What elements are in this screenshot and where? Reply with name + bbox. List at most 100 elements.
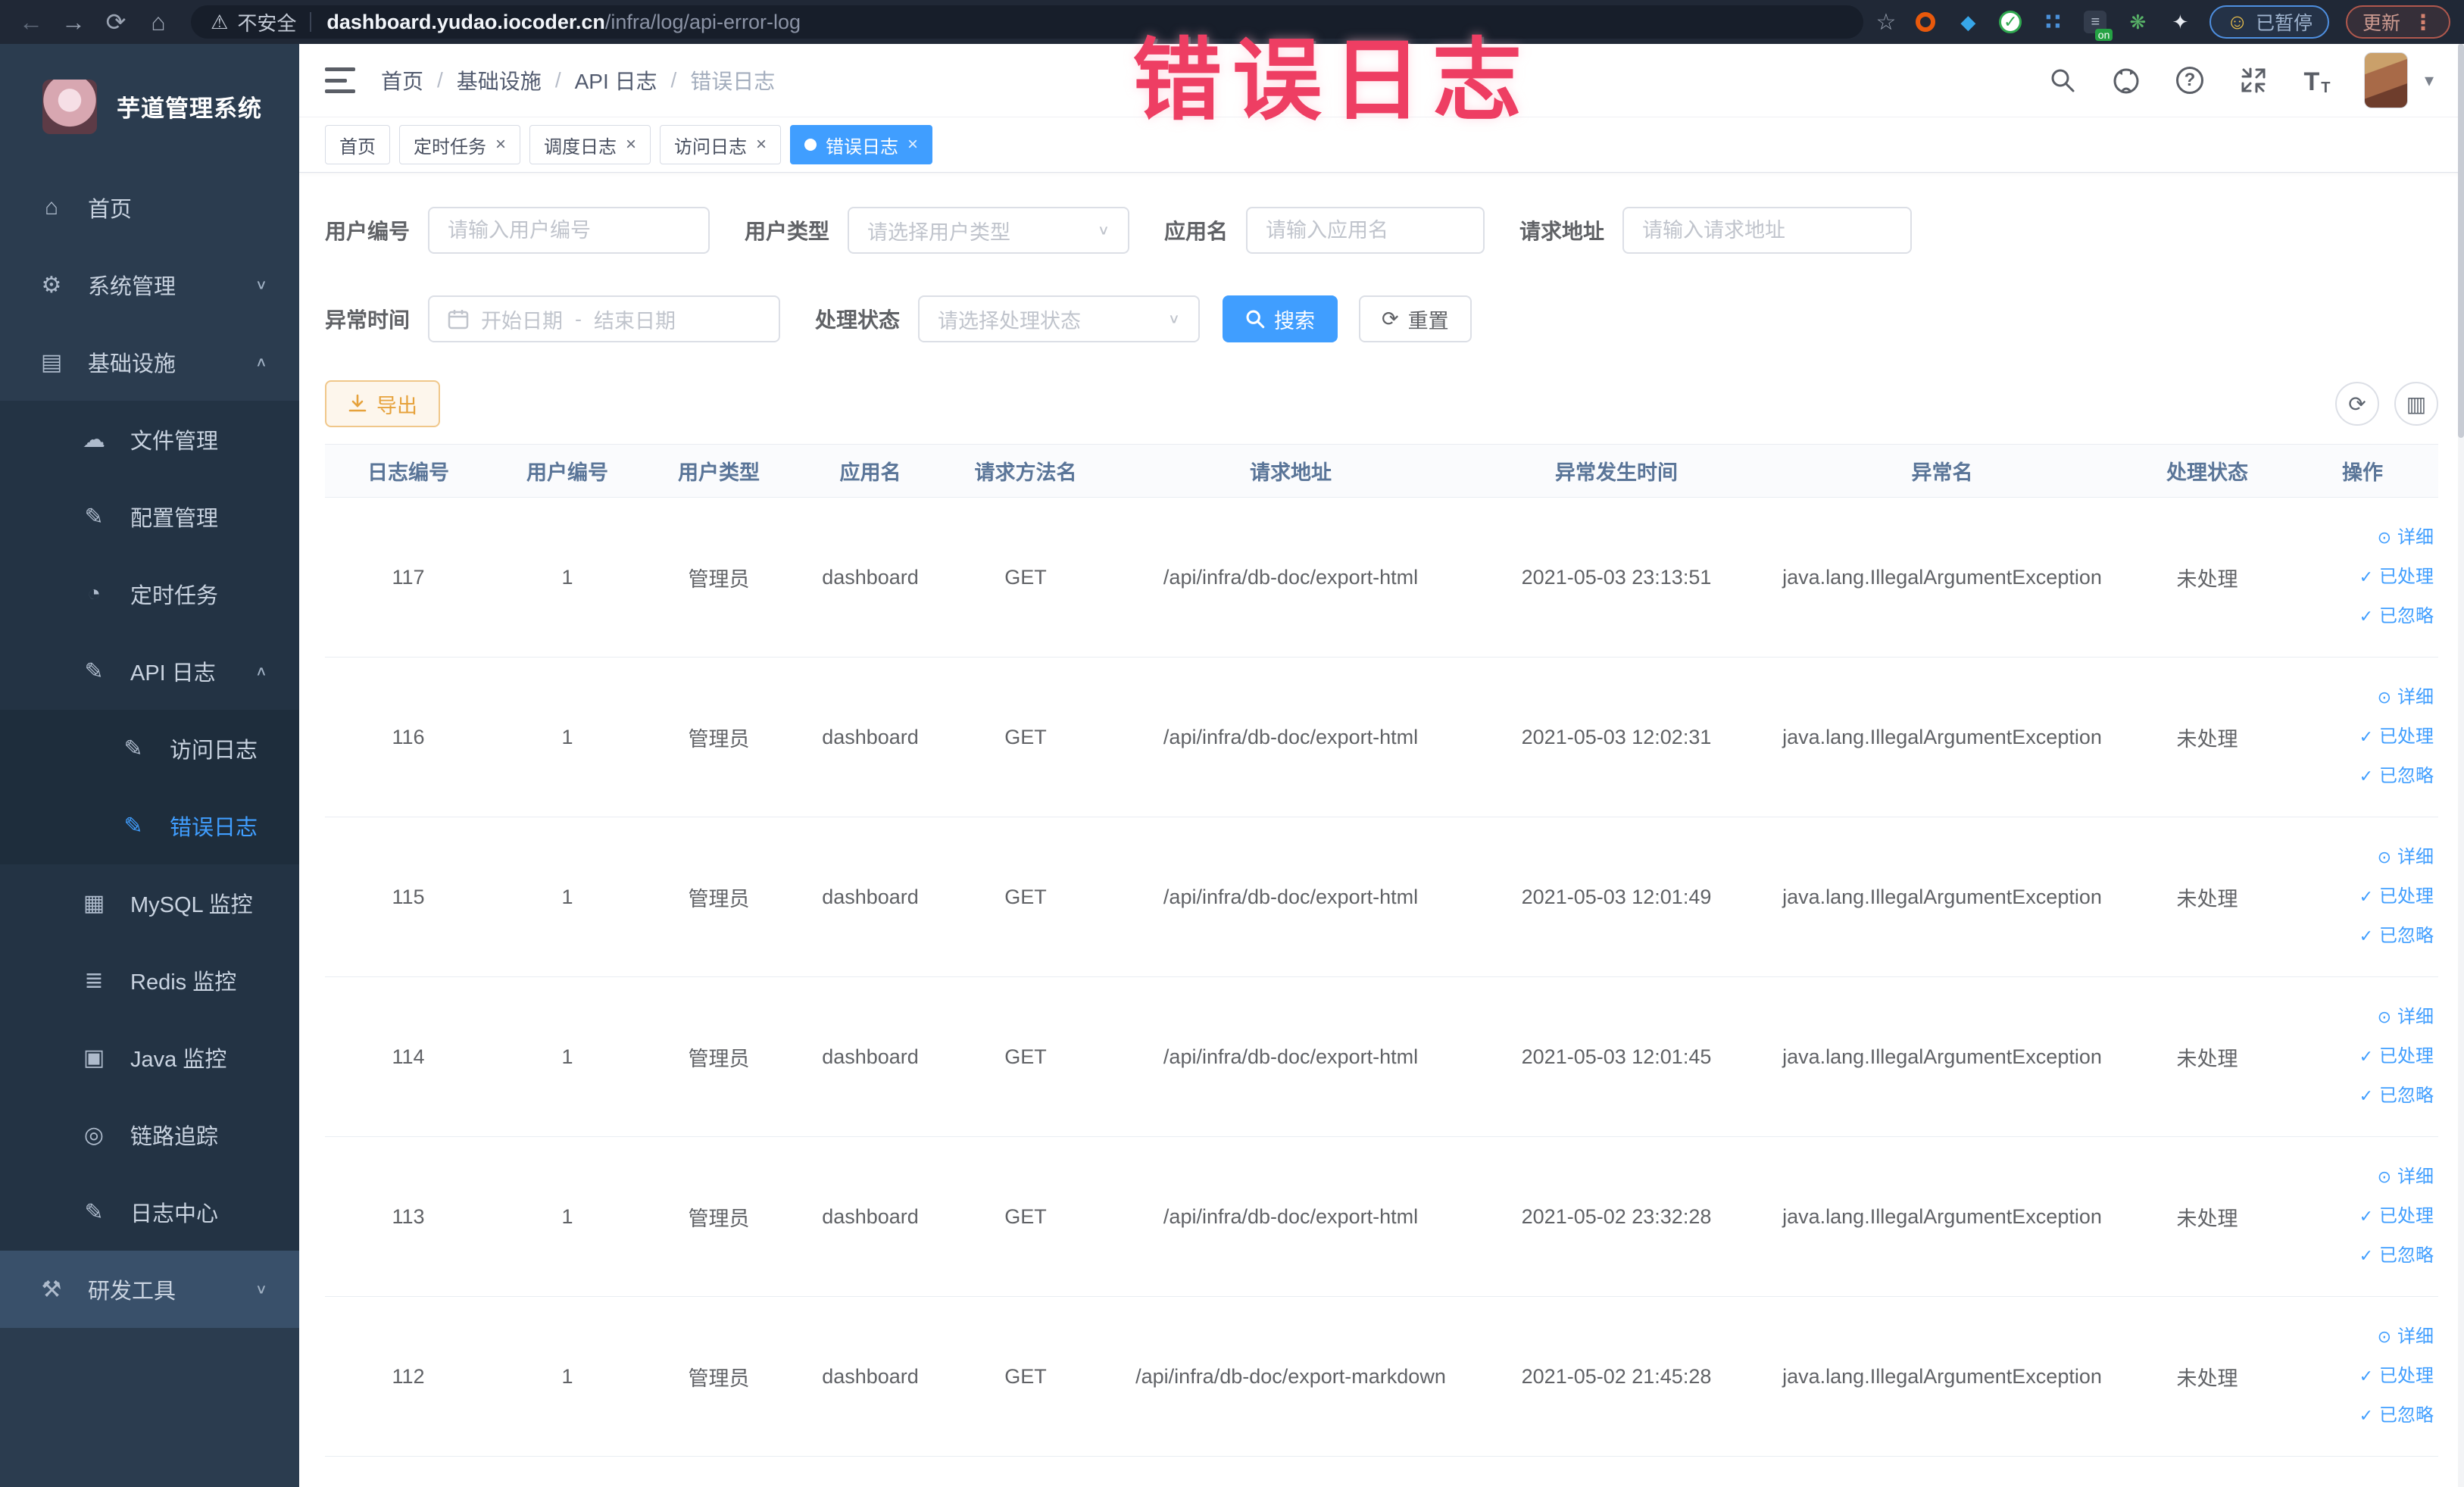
mark-ignored-link[interactable]: ✓ 已忽略: [2287, 757, 2434, 796]
browser-back-button[interactable]: ←: [14, 5, 48, 39]
mark-processed-link[interactable]: ✓ 已处理: [2287, 1037, 2434, 1076]
cell-status: 未处理: [2128, 1136, 2287, 1297]
detail-link[interactable]: ⊙ 详细: [2287, 998, 2434, 1037]
breadcrumb-infra[interactable]: 基础设施: [457, 65, 542, 95]
sidebar-item[interactable]: ✎ API 日志 ∧: [0, 633, 299, 710]
reset-button[interactable]: ⟳ 重置: [1359, 295, 1472, 342]
eye-icon: ⊙: [2377, 528, 2391, 547]
user-id-input[interactable]: [428, 207, 710, 254]
browser-forward-button[interactable]: →: [56, 5, 91, 39]
fullscreen-icon[interactable]: [2237, 64, 2270, 97]
sidebar-item[interactable]: ◎ 链路追踪: [0, 1096, 299, 1173]
column-header: 操作: [2287, 444, 2438, 498]
tab-close-icon[interactable]: ×: [626, 134, 636, 155]
extension-icon-3[interactable]: ✓: [1997, 9, 2023, 35]
refresh-table-button[interactable]: ⟳: [2335, 382, 2379, 426]
mark-ignored-link[interactable]: ✓ 已忽略: [2287, 1236, 2434, 1276]
breadcrumb-home[interactable]: 首页: [381, 65, 423, 95]
export-button[interactable]: 导出: [325, 380, 440, 427]
sidebar-item[interactable]: ✎ 访问日志: [0, 710, 299, 787]
detail-link[interactable]: ⊙ 详细: [2287, 518, 2434, 558]
tab-close-icon[interactable]: ×: [495, 134, 506, 155]
sidebar-item[interactable]: ⚙ 系统管理 ∨: [0, 246, 299, 323]
profile-paused-badge[interactable]: ☺ 已暂停: [2209, 5, 2329, 39]
docs-help-icon[interactable]: ?: [2173, 64, 2206, 97]
page-tab[interactable]: 访问日志 ×: [660, 125, 782, 164]
detail-link[interactable]: ⊙ 详细: [2287, 1317, 2434, 1357]
cell-actions: ⊙ 详细 ✓ 已处理 ✓ 已忽略: [2287, 1136, 2438, 1297]
extension-icon-5[interactable]: ≡ on: [2082, 9, 2113, 41]
extension-icon-6[interactable]: ❋: [2125, 9, 2150, 35]
exception-time-range-input[interactable]: 开始日期 - 结束日期: [428, 295, 781, 342]
extension-icon-2[interactable]: ◆: [1955, 9, 1981, 35]
extension-icon-4[interactable]: ∷: [2040, 9, 2066, 35]
request-url-input[interactable]: [1622, 207, 1913, 254]
user-avatar[interactable]: [2363, 52, 2408, 108]
mark-processed-link[interactable]: ✓ 已处理: [2287, 877, 2434, 917]
cell-method: GET: [946, 657, 1105, 817]
page-tab[interactable]: 首页 ×: [325, 125, 390, 164]
address-bar[interactable]: ⚠ 不安全 dashboard.yudao.iocoder.cn /infra/…: [191, 5, 1864, 39]
mark-ignored-link[interactable]: ✓ 已忽略: [2287, 597, 2434, 636]
sidebar-item[interactable]: ⚒ 研发工具 ∨: [0, 1251, 299, 1328]
sidebar-item[interactable]: ▣ Java 监控: [0, 1019, 299, 1096]
app-name-input[interactable]: [1246, 207, 1485, 254]
scrollbar-thumb[interactable]: [2458, 44, 2464, 438]
cell-request-url: /api/infra/db-doc/export-html: [1105, 817, 1476, 977]
sidebar-item[interactable]: ▦ MySQL 监控: [0, 864, 299, 942]
mark-ignored-link[interactable]: ✓ 已忽略: [2287, 1396, 2434, 1435]
bookmark-star-icon[interactable]: ☆: [1875, 9, 1896, 36]
sidebar-item[interactable]: ✎ 日志中心: [0, 1173, 299, 1251]
extension-icon-7[interactable]: ✦: [2167, 9, 2193, 35]
search-button[interactable]: 搜索: [1223, 295, 1338, 342]
cell-exception-time: 2021-05-02 23:32:28: [1476, 1136, 1757, 1297]
paused-label: 已暂停: [2255, 13, 2313, 34]
detail-link[interactable]: ⊙ 详细: [2287, 1157, 2434, 1197]
sidebar-item-label: MySQL 监控: [130, 893, 253, 917]
avatar-caret-icon[interactable]: ▾: [2425, 70, 2434, 92]
page-tab[interactable]: 定时任务 ×: [399, 125, 521, 164]
sidebar-item[interactable]: ✎ 配置管理: [0, 478, 299, 555]
github-icon[interactable]: [2110, 64, 2143, 97]
browser-home-button[interactable]: ⌂: [141, 5, 176, 39]
page-scrollbar[interactable]: [2458, 44, 2464, 1487]
column-settings-button[interactable]: ▥: [2394, 382, 2438, 426]
process-status-label: 处理状态: [815, 308, 901, 332]
browser-update-badge[interactable]: 更新 ⋮: [2345, 5, 2450, 39]
mark-processed-link[interactable]: ✓ 已处理: [2287, 558, 2434, 597]
breadcrumb-api-log[interactable]: API 日志: [575, 65, 657, 95]
sidebar-item-label: 配置管理: [130, 507, 219, 531]
browser-reload-button[interactable]: ⟳: [98, 5, 133, 39]
error-log-table: 日志编号 用户编号 用户类型 应用名 请求方法名 请求地址 异常发生时间 异常名 处理状态 操作 …: [325, 444, 2438, 1457]
page-tab[interactable]: 调度日志 ×: [529, 125, 651, 164]
browser-menu-icon[interactable]: ⋮: [2412, 10, 2434, 35]
extension-icon-1[interactable]: [1913, 9, 1938, 35]
font-size-icon[interactable]: TT: [2300, 64, 2334, 97]
sidebar-logo[interactable]: 芋道管理系统: [0, 44, 299, 169]
detail-link[interactable]: ⊙ 详细: [2287, 838, 2434, 877]
hamburger-icon[interactable]: [325, 67, 355, 93]
sidebar-item[interactable]: ⌂ 首页: [0, 169, 299, 246]
mark-ignored-link[interactable]: ✓ 已忽略: [2287, 1076, 2434, 1116]
detail-link[interactable]: ⊙ 详细: [2287, 678, 2434, 717]
tab-close-icon[interactable]: ×: [907, 134, 918, 155]
sidebar-item[interactable]: ≣ Redis 监控: [0, 942, 299, 1019]
cell-user-type: 管理员: [643, 976, 795, 1137]
search-icon[interactable]: [2046, 64, 2079, 97]
user-type-select[interactable]: 请选择用户类型 ∨: [848, 207, 1130, 254]
sidebar-item[interactable]: ☁ 文件管理: [0, 401, 299, 478]
mark-processed-link[interactable]: ✓ 已处理: [2287, 717, 2434, 757]
ring-icon: [1916, 12, 1936, 32]
sidebar-item[interactable]: ▤ 基础设施 ∧: [0, 323, 299, 401]
mark-ignored-link[interactable]: ✓ 已忽略: [2287, 917, 2434, 956]
mark-processed-link[interactable]: ✓ 已处理: [2287, 1357, 2434, 1396]
page-tab[interactable]: 错误日志 ×: [790, 125, 933, 164]
tab-close-icon[interactable]: ×: [756, 134, 767, 155]
sidebar-item[interactable]: ◔ 定时任务: [0, 555, 299, 633]
request-url-label: 请求地址: [1519, 220, 1605, 243]
process-status-select[interactable]: 请选择处理状态 ∨: [918, 295, 1201, 342]
sidebar-item[interactable]: ✎ 错误日志: [0, 787, 299, 864]
cell-user-id: 1: [492, 976, 643, 1137]
security-label[interactable]: 不安全: [237, 8, 296, 36]
mark-processed-link[interactable]: ✓ 已处理: [2287, 1197, 2434, 1236]
